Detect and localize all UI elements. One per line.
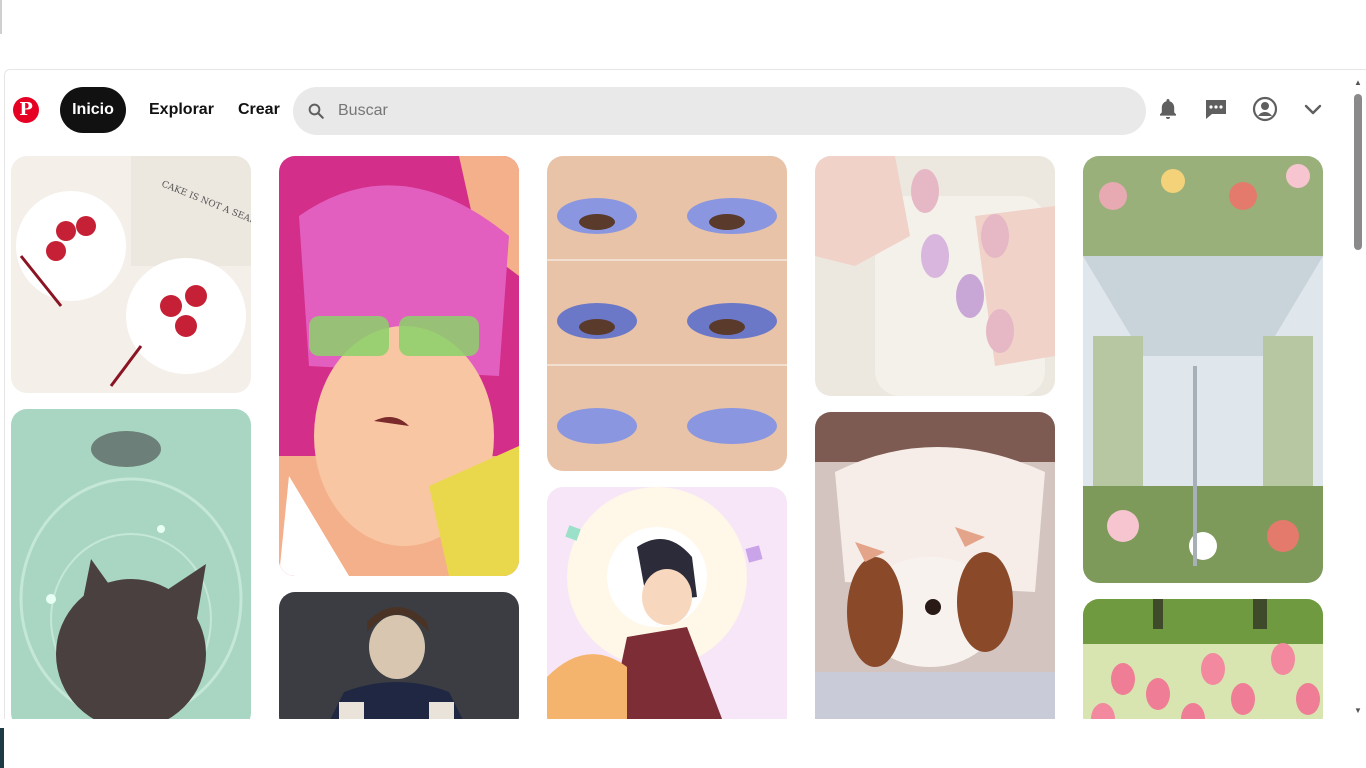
text-cursor: [0, 0, 2, 34]
search-icon: [308, 103, 324, 119]
pin-sleeping-puppy[interactable]: [815, 412, 1055, 719]
pin-flower-bus[interactable]: [1083, 156, 1323, 583]
browser-bottom-area: [0, 719, 1366, 768]
header: P Inicio Explorar Crear: [5, 70, 1349, 152]
scroll-up-arrow-icon[interactable]: ▲: [1353, 78, 1363, 88]
nav-create-button[interactable]: Crear: [238, 87, 280, 133]
vertical-scrollbar[interactable]: ▲ ▼: [1350, 70, 1366, 719]
pinterest-logo-icon[interactable]: P: [13, 97, 39, 123]
pin-cat-water[interactable]: [11, 409, 251, 719]
pin-anime-boy[interactable]: [279, 156, 519, 576]
pin-strawberry-cakes[interactable]: CAKE IS NOT A SEASON: [11, 156, 251, 393]
nav-explore-button[interactable]: Explorar: [149, 87, 214, 133]
messages-icon[interactable]: [1201, 94, 1231, 124]
pin-image: [547, 156, 787, 471]
pin-tulips[interactable]: [1083, 599, 1323, 719]
pin-image: [1083, 599, 1323, 719]
pin-eyeshadow[interactable]: [547, 156, 787, 471]
pin-young-man[interactable]: [279, 592, 519, 719]
scroll-thumb[interactable]: [1354, 94, 1362, 250]
scroll-down-arrow-icon[interactable]: ▼: [1353, 706, 1363, 716]
browser-top-area: [0, 0, 1366, 68]
pin-image: [815, 156, 1055, 396]
pin-image: [279, 156, 519, 576]
pin-anime-light[interactable]: [547, 487, 787, 719]
search-bar[interactable]: [293, 87, 1146, 135]
pin-image: [1083, 156, 1323, 583]
pin-grid: CAKE IS NOT A SEASON: [10, 156, 1330, 719]
pin-image: [11, 409, 251, 719]
pin-image: [815, 412, 1055, 719]
bell-icon[interactable]: [1153, 94, 1183, 124]
pinterest-page: P Inicio Explorar Crear Buscar CAKE IS N…: [4, 69, 1366, 719]
nav-home-button[interactable]: Inicio: [60, 87, 126, 133]
taskbar-edge: [0, 728, 4, 768]
pin-image: [279, 592, 519, 719]
pin-image: CAKE IS NOT A SEASON: [11, 156, 251, 393]
pin-pink-nails[interactable]: [815, 156, 1055, 396]
pin-image: [547, 487, 787, 719]
chevron-down-icon[interactable]: [1298, 94, 1328, 124]
search-input[interactable]: [338, 87, 1118, 135]
profile-icon[interactable]: [1250, 94, 1280, 124]
